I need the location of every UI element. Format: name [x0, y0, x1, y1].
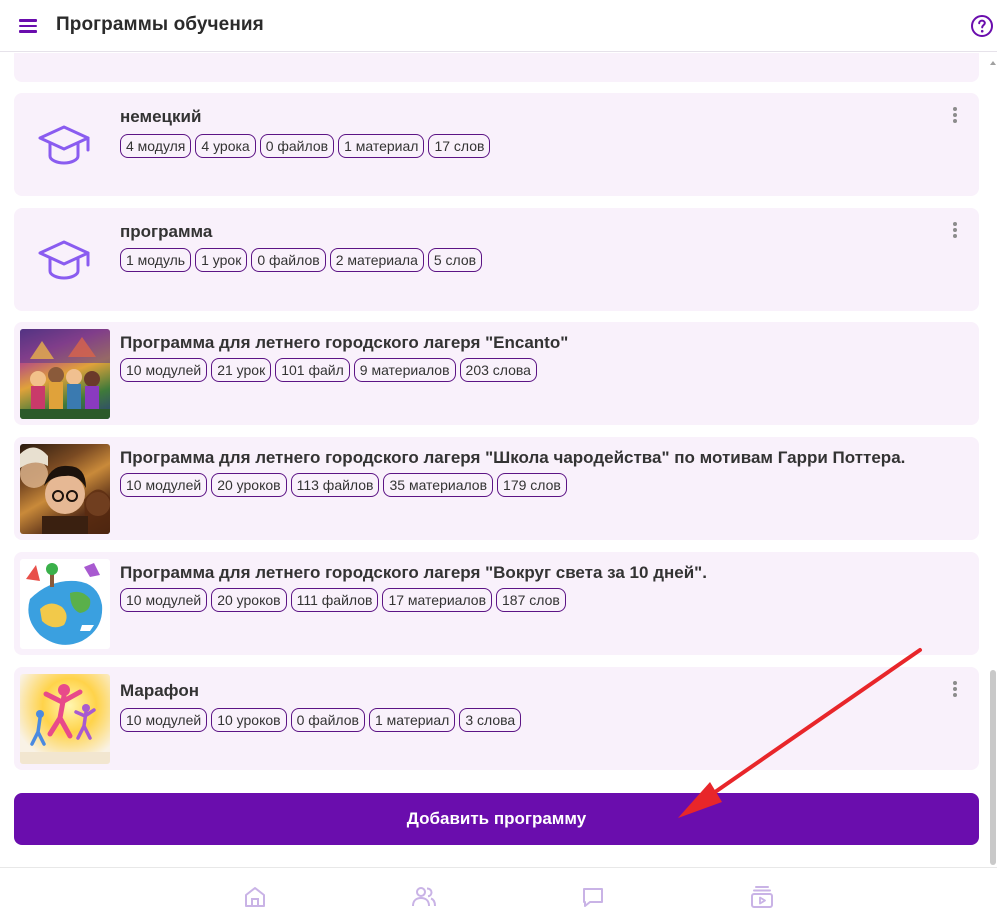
page-title: Программы обучения [56, 14, 264, 35]
program-list[interactable]: немецкий 4 модуля 4 урока 0 файлов 1 мат… [0, 53, 990, 867]
users-icon[interactable] [411, 884, 437, 910]
program-card[interactable]: программа 1 модуль 1 урок 0 файлов 2 мат… [14, 208, 979, 311]
words-count-tag: 203 слова [459, 358, 537, 382]
words-count-tag: 3 слова [459, 708, 522, 732]
chat-icon[interactable] [580, 884, 606, 910]
modules-count-tag: 10 модулей [120, 708, 208, 732]
program-title[interactable]: Программа для летнего городского лагеря … [120, 563, 707, 583]
question-circle-icon[interactable] [970, 14, 994, 38]
program-card[interactable]: Марафон 10 модулей 10 уроков 0 файлов 1 … [14, 667, 979, 770]
files-count-tag: 0 файлов [290, 708, 365, 732]
lessons-count-tag: 4 урока [195, 134, 256, 158]
top-bar: Программы обучения [0, 0, 997, 52]
program-card[interactable]: Программа для летнего городского лагеря … [14, 437, 979, 540]
words-count-tag: 179 слов [497, 473, 567, 497]
files-count-tag: 113 файлов [290, 473, 380, 497]
materials-count-tag: 1 материал [368, 708, 456, 732]
more-vertical-icon[interactable] [952, 222, 958, 240]
modules-count-tag: 10 модулей [120, 473, 208, 497]
program-card[interactable]: Программа для летнего городского лагеря … [14, 322, 979, 425]
program-title[interactable]: Программа для летнего городского лагеря … [120, 448, 905, 468]
lessons-count-tag: 10 уроков [211, 708, 287, 732]
world-travel-image [20, 559, 110, 649]
harry-potter-image [20, 444, 110, 534]
more-vertical-icon[interactable] [952, 681, 958, 699]
files-count-tag: 0 файлов [251, 248, 326, 272]
home-icon[interactable] [242, 884, 268, 910]
lessons-count-tag: 20 уроков [211, 473, 287, 497]
program-stats: 10 модулей 10 уроков 0 файлов 1 материал… [120, 708, 522, 732]
program-title[interactable]: Программа для летнего городского лагеря … [120, 333, 568, 353]
files-count-tag: 111 файлов [290, 588, 379, 612]
modules-count-tag: 1 модуль [120, 248, 192, 272]
modules-count-tag: 10 модулей [120, 358, 208, 382]
program-stats: 10 модулей 21 урок 101 файл 9 материалов… [120, 358, 537, 382]
programs-page: Программы обучения немецкий 4 модуля 4 у… [0, 0, 997, 923]
scrollbar-thumb[interactable] [990, 670, 996, 865]
program-card[interactable] [14, 53, 979, 82]
materials-count-tag: 1 материал [338, 134, 425, 158]
files-count-tag: 0 файлов [259, 134, 335, 158]
program-stats: 10 модулей 20 уроков 111 файлов 17 матер… [120, 588, 566, 612]
graduation-cap-icon [38, 125, 90, 165]
words-count-tag: 17 слов [428, 134, 491, 158]
materials-count-tag: 9 материалов [353, 358, 456, 382]
add-program-button[interactable]: Добавить программу [14, 793, 979, 845]
words-count-tag: 187 слов [496, 588, 566, 612]
lessons-count-tag: 1 урок [195, 248, 248, 272]
program-stats: 10 модулей 20 уроков 113 файлов 35 матер… [120, 473, 567, 497]
video-library-icon[interactable] [749, 884, 775, 910]
program-card[interactable]: Программа для летнего городского лагеря … [14, 552, 979, 655]
materials-count-tag: 35 материалов [383, 473, 494, 497]
hamburger-menu-icon[interactable] [19, 19, 37, 33]
materials-count-tag: 2 материала [329, 248, 424, 272]
lessons-count-tag: 20 уроков [211, 588, 287, 612]
words-count-tag: 5 слов [427, 248, 483, 272]
program-stats: 1 модуль 1 урок 0 файлов 2 материала 5 с… [120, 248, 483, 272]
program-stats: 4 модуля 4 урока 0 файлов 1 материал 17 … [120, 134, 491, 158]
encanto-image [20, 329, 110, 419]
scroll-up-arrow-icon[interactable] [990, 60, 996, 66]
more-vertical-icon[interactable] [952, 107, 958, 125]
modules-count-tag: 10 модулей [120, 588, 208, 612]
files-count-tag: 101 файл [275, 358, 350, 382]
bottom-navigation [0, 867, 997, 923]
program-title[interactable]: немецкий [120, 107, 201, 127]
program-title[interactable]: программа [120, 222, 212, 242]
materials-count-tag: 17 материалов [382, 588, 493, 612]
lessons-count-tag: 21 урок [211, 358, 272, 382]
modules-count-tag: 4 модуля [120, 134, 192, 158]
marathon-image [20, 674, 110, 764]
program-card[interactable]: немецкий 4 модуля 4 урока 0 файлов 1 мат… [14, 93, 979, 196]
program-title[interactable]: Марафон [120, 681, 199, 701]
graduation-cap-icon [38, 240, 90, 280]
